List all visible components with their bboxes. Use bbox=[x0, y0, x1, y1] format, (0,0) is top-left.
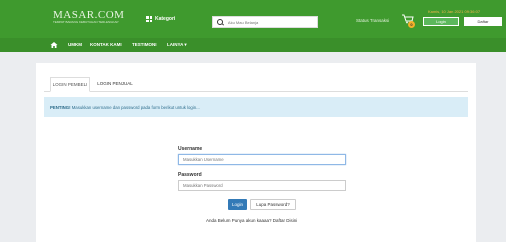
login-button[interactable]: Login bbox=[228, 199, 247, 210]
tab-login-penjual[interactable]: LOGIN PENJUAL bbox=[92, 77, 138, 92]
home-icon[interactable] bbox=[50, 41, 58, 49]
nav-item-kontak-kami[interactable]: KONTAK KAMI bbox=[90, 42, 122, 47]
header-daftar-button[interactable]: Daftar bbox=[464, 17, 502, 26]
register-link[interactable]: Anda Belum Punya akun kaaaa? Daftar Disi… bbox=[206, 218, 297, 223]
search-input[interactable] bbox=[227, 19, 317, 25]
search-bar[interactable] bbox=[212, 16, 318, 28]
password-label: Password bbox=[178, 172, 202, 178]
kategori-label: Kategori bbox=[155, 16, 176, 22]
site-logo[interactable]: MASAR.COM TEMPAT BARANG KEBUTUHAN TERLEN… bbox=[53, 10, 133, 28]
main-nav: UMKM KONTAK KAMI TESTIMONI LAINYA ▾ bbox=[0, 38, 506, 52]
nav-item-umkm[interactable]: UMKM bbox=[68, 42, 82, 47]
header-login-button[interactable]: Login bbox=[423, 17, 459, 26]
tab-login-pembeli[interactable]: LOGIN PEMBELI bbox=[50, 77, 90, 92]
top-header: MASAR.COM TEMPAT BARANG KEBUTUHAN TERLEN… bbox=[0, 0, 506, 38]
login-tabs: LOGIN PEMBELI LOGIN PENJUAL bbox=[44, 77, 468, 92]
lupa-password-button[interactable]: Lupa Password? bbox=[250, 199, 296, 210]
cart-count-badge: 0 bbox=[408, 21, 415, 28]
nav-item-testimoni[interactable]: TESTIMONI bbox=[132, 42, 157, 47]
alert-strong: PENTING! bbox=[50, 105, 71, 110]
nav-item-lainya[interactable]: LAINYA ▾ bbox=[167, 42, 187, 48]
login-panel: LOGIN PEMBELI LOGIN PENJUAL PENTING! Mas… bbox=[36, 63, 476, 242]
grid-icon bbox=[146, 16, 152, 22]
kategori-menu[interactable]: Kategori bbox=[146, 16, 175, 22]
username-label: Username bbox=[178, 146, 203, 152]
search-icon bbox=[217, 18, 224, 26]
username-field[interactable] bbox=[178, 154, 346, 165]
info-alert: PENTING! Masukkan username dan password … bbox=[44, 97, 468, 117]
date-text: Kamis, 10 Jan 2021 09:36:07 bbox=[428, 9, 481, 14]
alert-text: Masukkan username dan password pada form… bbox=[70, 105, 200, 110]
logo-title: MASAR.COM bbox=[53, 9, 125, 21]
status-transaksi-link[interactable]: Status Transaksi bbox=[356, 18, 389, 23]
password-field[interactable] bbox=[178, 180, 346, 191]
